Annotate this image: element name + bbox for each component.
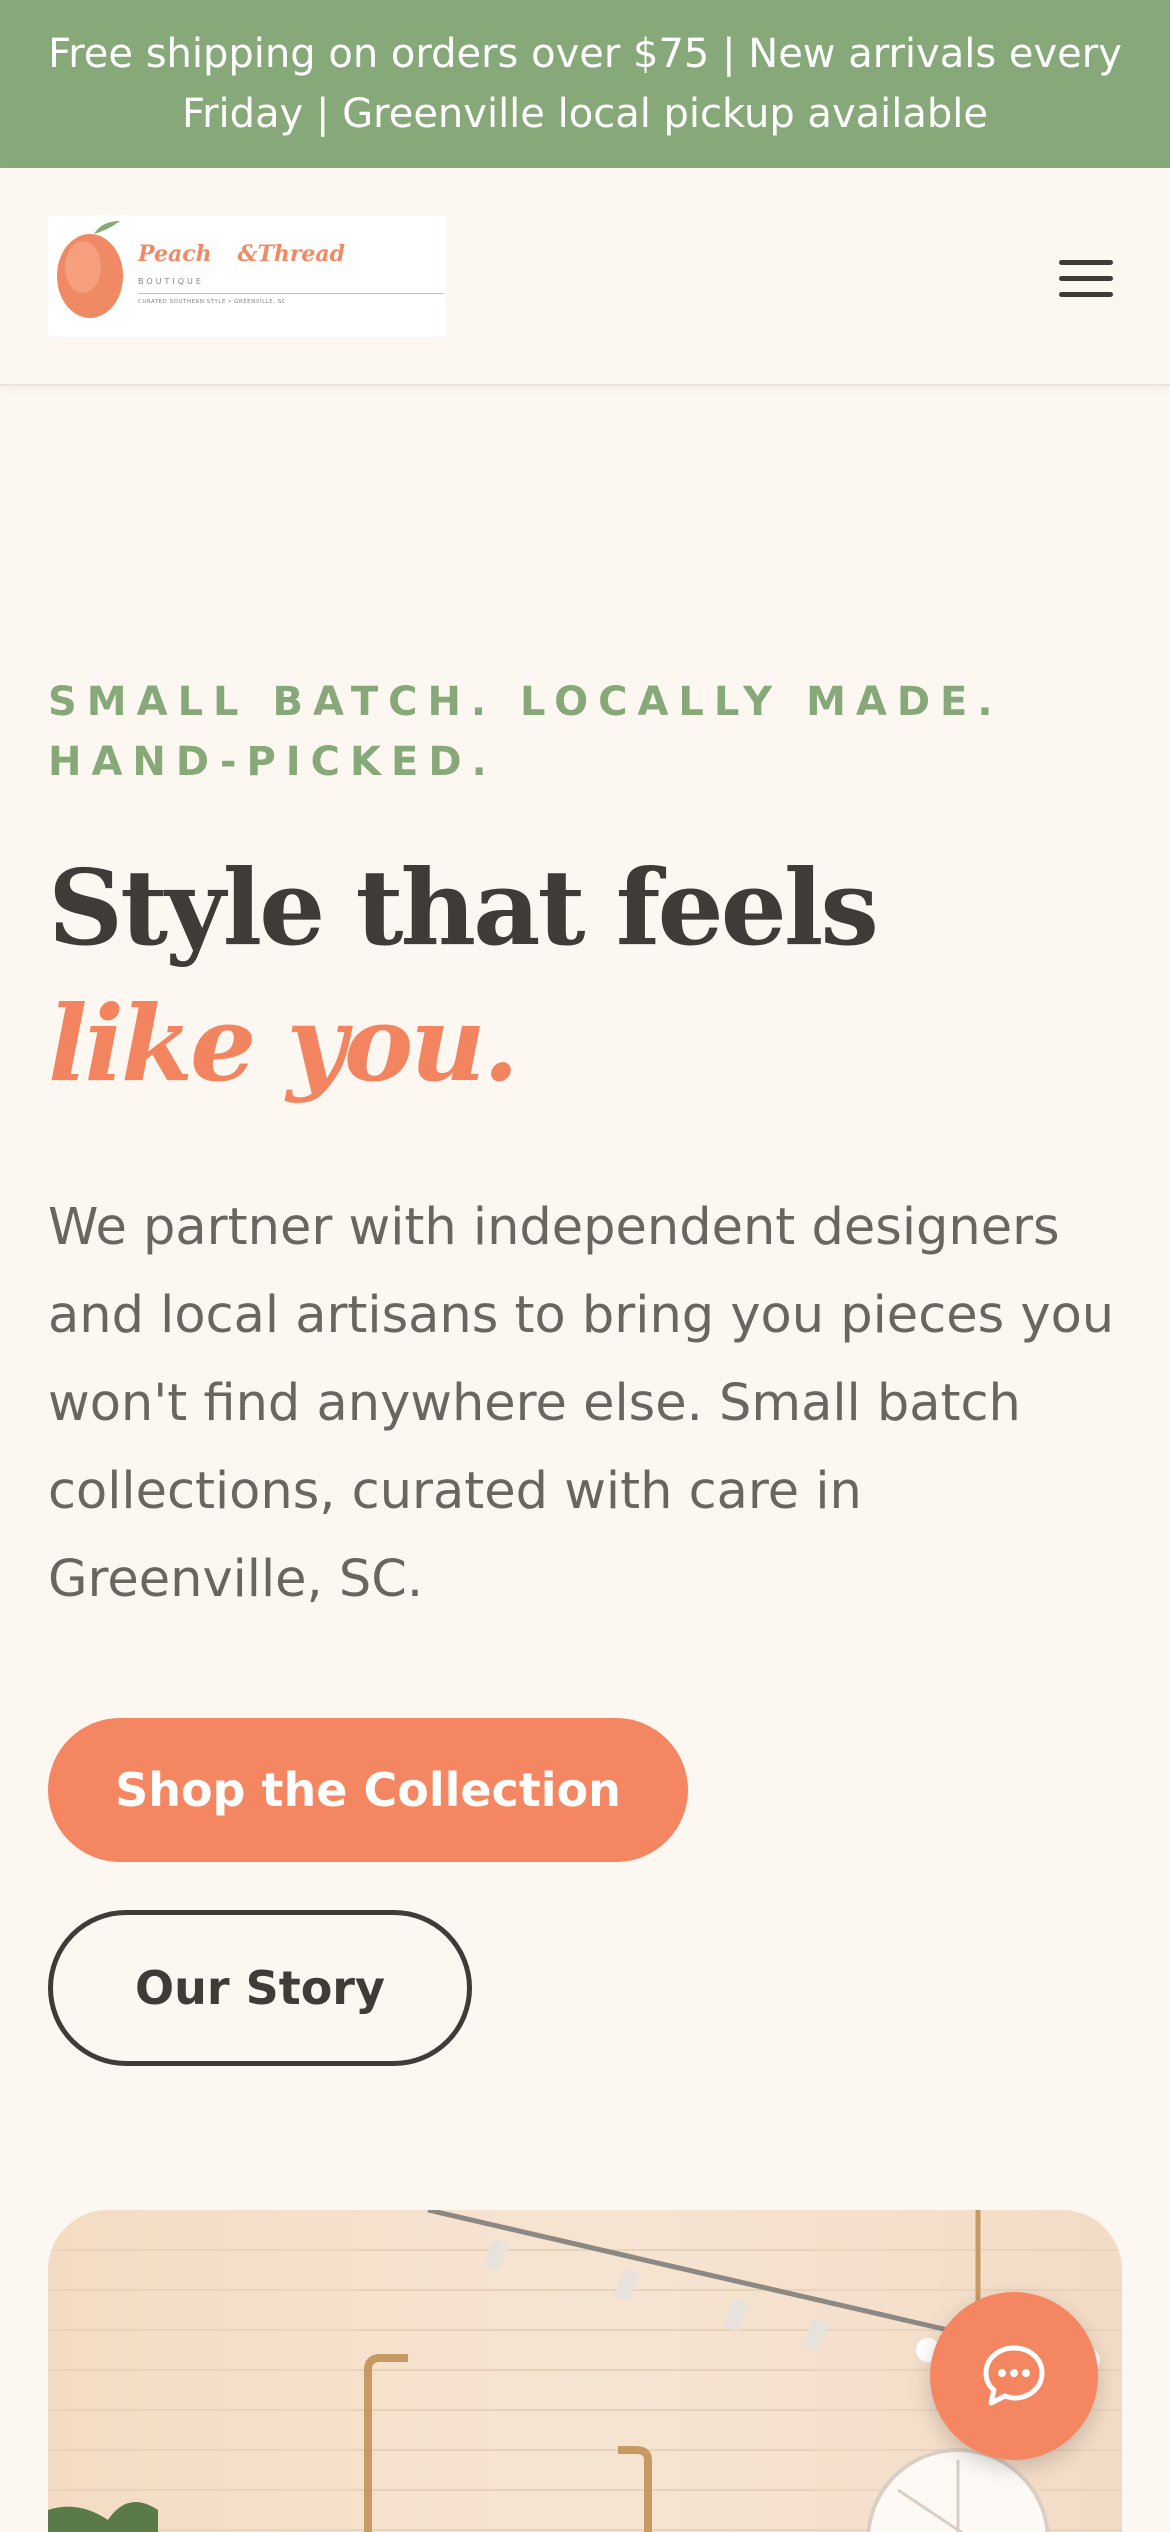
- announcement-text: Free shipping on orders over $75 | New a…: [48, 31, 1122, 137]
- logo[interactable]: Peach &Thread BOUTIQUE CURATED SOUTHERN S…: [48, 215, 446, 337]
- menu-bar-top: [1059, 259, 1113, 265]
- chat-bubble-icon[interactable]: [930, 2292, 1098, 2460]
- announcement-bar: Free shipping on orders over $75 | New a…: [0, 0, 1170, 168]
- logo-tagline: CURATED SOUTHERN STYLE • GREENVILLE, SC: [138, 299, 287, 305]
- menu-bar-bottom: [1059, 291, 1113, 297]
- peach-logo-icon: [57, 221, 123, 318]
- hamburger-menu-icon[interactable]: [1050, 250, 1122, 306]
- our-story-button[interactable]: Our Story: [48, 1910, 472, 2066]
- shop-collection-button[interactable]: Shop the Collection: [48, 1718, 688, 1862]
- logo-subtitle: BOUTIQUE: [138, 277, 204, 286]
- headline-accent: like you.: [48, 982, 519, 1105]
- logo-name-thread: &Thread: [237, 241, 346, 267]
- logo-divider: [138, 293, 444, 294]
- menu-bar-middle: [1059, 275, 1113, 281]
- logo-wordmark: Peach &Thread: [138, 241, 345, 267]
- chat-glyph-icon: [983, 2345, 1045, 2406]
- headline-line1: Style that feels: [48, 846, 879, 969]
- site-header: Peach &Thread BOUTIQUE CURATED SOUTHERN S…: [0, 168, 1170, 386]
- logo-name-peach: Peach: [138, 241, 212, 267]
- hero-intro: We partner with independent designers an…: [48, 1198, 1115, 1609]
- hero-headline: Style that feels like you.: [48, 840, 1128, 1112]
- hero-eyebrow: SMALL BATCH. LOCALLY MADE. HAND-PICKED.: [48, 679, 1003, 785]
